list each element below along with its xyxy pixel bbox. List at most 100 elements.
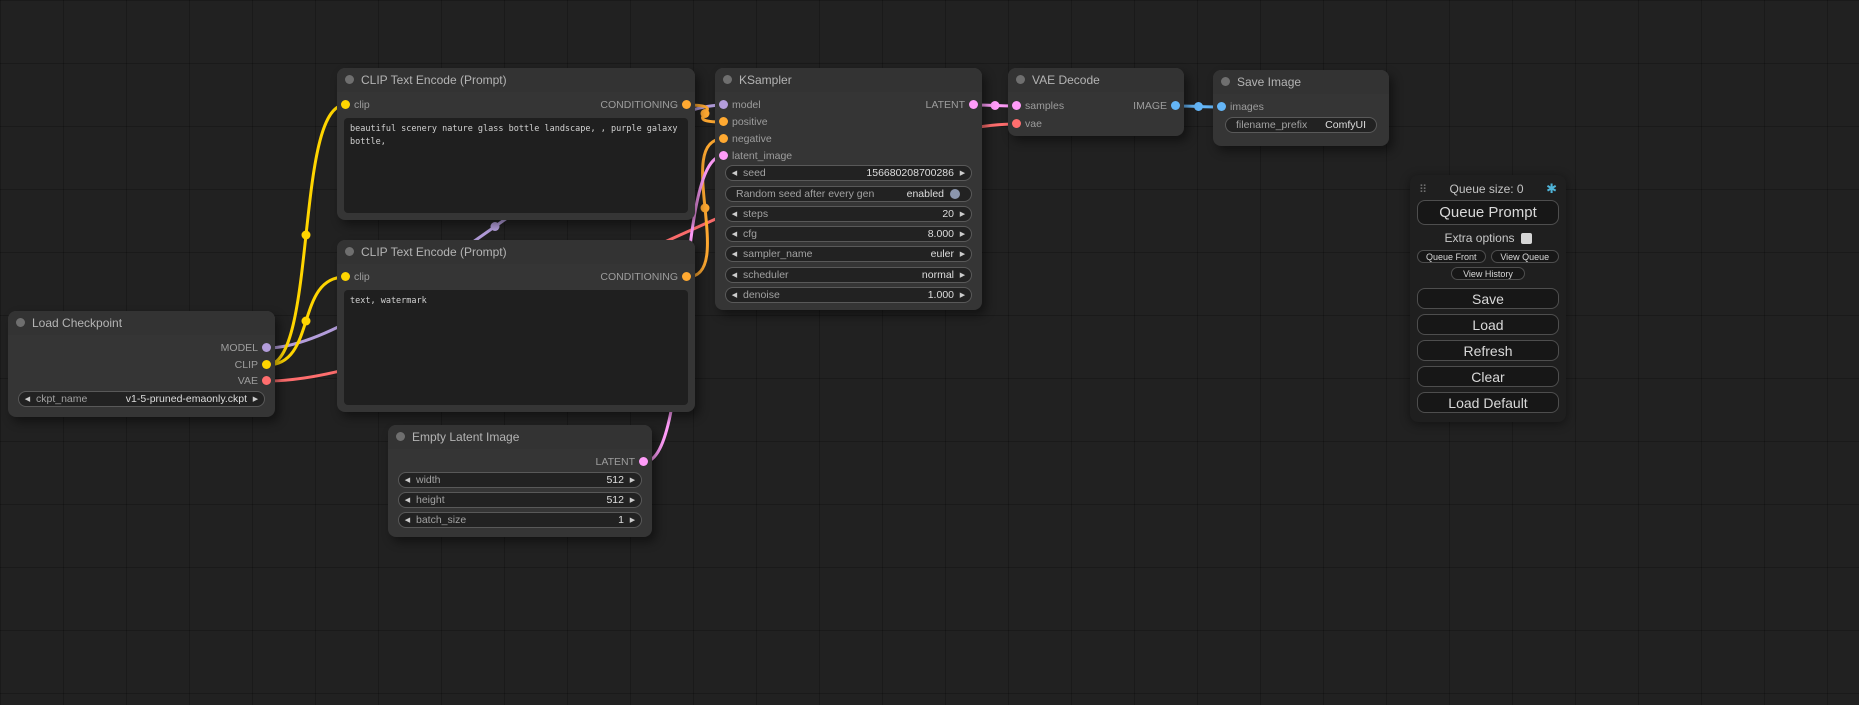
- node-editor-canvas[interactable]: Load Checkpoint MODEL CLIP VAE ◀ ckpt_na…: [0, 0, 1859, 705]
- increment-arrow-icon[interactable]: ▶: [624, 516, 641, 524]
- clip-port-dot[interactable]: [262, 360, 271, 369]
- output-port-vae[interactable]: VAE: [238, 374, 275, 387]
- widget-width[interactable]: ◀ width 512 ▶: [398, 472, 642, 488]
- decrement-arrow-icon[interactable]: ◀: [726, 230, 743, 238]
- increment-arrow-icon[interactable]: ▶: [954, 291, 971, 299]
- increment-arrow-icon[interactable]: ▶: [954, 210, 971, 218]
- input-port-samples[interactable]: samples: [1008, 99, 1064, 112]
- refresh-button[interactable]: Refresh: [1417, 340, 1559, 361]
- decrement-arrow-icon[interactable]: ◀: [399, 476, 416, 484]
- output-port-clip[interactable]: CLIP: [235, 358, 275, 371]
- node-title-bar[interactable]: VAE Decode: [1008, 68, 1184, 92]
- decrement-arrow-icon[interactable]: ◀: [726, 271, 743, 279]
- decrement-arrow-icon[interactable]: ◀: [726, 169, 743, 177]
- node-save-image[interactable]: Save Image images filename_prefix ComfyU…: [1213, 70, 1389, 146]
- image-port-dot[interactable]: [1217, 102, 1226, 111]
- menu-drag-handle-icon[interactable]: ⠿: [1419, 183, 1427, 196]
- conditioning-port-dot[interactable]: [682, 272, 691, 281]
- node-vae-decode[interactable]: VAE Decode samples vae IMAGE: [1008, 68, 1184, 136]
- clip-port-dot[interactable]: [341, 100, 350, 109]
- prompt-textarea[interactable]: beautiful scenery nature glass bottle la…: [344, 118, 688, 213]
- widget-height[interactable]: ◀ height 512 ▶: [398, 492, 642, 508]
- extra-options-checkbox[interactable]: [1521, 233, 1532, 244]
- output-port-model[interactable]: MODEL: [221, 341, 275, 354]
- load-default-button[interactable]: Load Default: [1417, 392, 1559, 413]
- decrement-arrow-icon[interactable]: ◀: [726, 291, 743, 299]
- save-button[interactable]: Save: [1417, 288, 1559, 309]
- output-port-latent[interactable]: LATENT: [926, 98, 982, 111]
- latent-port-dot[interactable]: [969, 100, 978, 109]
- node-clip-text-encode-positive[interactable]: CLIP Text Encode (Prompt) clip CONDITION…: [337, 68, 695, 220]
- toggle-on-dot[interactable]: [950, 189, 960, 199]
- widget-batch-size[interactable]: ◀ batch_size 1 ▶: [398, 512, 642, 528]
- node-empty-latent-image[interactable]: Empty Latent Image LATENT ◀ width 512 ▶ …: [388, 425, 652, 537]
- prompt-textarea[interactable]: text, watermark: [344, 290, 688, 405]
- node-ksampler[interactable]: KSampler model positive negative latent_…: [715, 68, 982, 310]
- increment-arrow-icon[interactable]: ▶: [954, 271, 971, 279]
- queue-front-button[interactable]: Queue Front: [1417, 250, 1486, 263]
- collapse-dot[interactable]: [723, 75, 732, 84]
- latent-port-dot[interactable]: [1012, 101, 1021, 110]
- increment-arrow-icon[interactable]: ▶: [954, 250, 971, 258]
- increment-arrow-icon[interactable]: ▶: [624, 496, 641, 504]
- queue-prompt-button[interactable]: Queue Prompt: [1417, 200, 1559, 225]
- collapse-dot[interactable]: [396, 432, 405, 441]
- node-title-bar[interactable]: KSampler: [715, 68, 982, 92]
- input-port-clip[interactable]: clip: [337, 270, 370, 283]
- widget-random-seed-toggle[interactable]: Random seed after every gen enabled: [725, 186, 972, 202]
- node-title-bar[interactable]: Save Image: [1213, 70, 1389, 94]
- view-history-button[interactable]: View History: [1451, 267, 1525, 280]
- latent-port-dot[interactable]: [639, 457, 648, 466]
- collapse-dot[interactable]: [1221, 77, 1230, 86]
- settings-gear-icon[interactable]: ✱: [1546, 181, 1557, 197]
- output-port-conditioning[interactable]: CONDITIONING: [600, 98, 695, 111]
- widget-filename-prefix[interactable]: filename_prefix ComfyUI: [1225, 117, 1377, 133]
- vae-port-dot[interactable]: [1012, 119, 1021, 128]
- model-port-dot[interactable]: [719, 100, 728, 109]
- collapse-dot[interactable]: [345, 247, 354, 256]
- decrement-arrow-icon[interactable]: ◀: [399, 496, 416, 504]
- vae-port-dot[interactable]: [262, 376, 271, 385]
- widget-denoise[interactable]: ◀ denoise 1.000 ▶: [725, 287, 972, 303]
- node-title-bar[interactable]: Load Checkpoint: [8, 311, 275, 335]
- widget-seed[interactable]: ◀ seed 156680208700286 ▶: [725, 165, 972, 181]
- node-clip-text-encode-negative[interactable]: CLIP Text Encode (Prompt) clip CONDITION…: [337, 240, 695, 412]
- increment-arrow-icon[interactable]: ▶: [954, 169, 971, 177]
- collapse-dot[interactable]: [1016, 75, 1025, 84]
- clip-port-dot[interactable]: [341, 272, 350, 281]
- input-port-vae[interactable]: vae: [1008, 117, 1042, 130]
- input-port-images[interactable]: images: [1213, 100, 1264, 113]
- output-port-latent[interactable]: LATENT: [596, 455, 652, 468]
- decrement-arrow-icon[interactable]: ◀: [19, 395, 36, 403]
- input-port-latent-image[interactable]: latent_image: [715, 149, 792, 162]
- node-title-bar[interactable]: CLIP Text Encode (Prompt): [337, 68, 695, 92]
- decrement-arrow-icon[interactable]: ◀: [726, 210, 743, 218]
- collapse-dot[interactable]: [16, 318, 25, 327]
- increment-arrow-icon[interactable]: ▶: [624, 476, 641, 484]
- input-port-positive[interactable]: positive: [715, 115, 768, 128]
- image-port-dot[interactable]: [1171, 101, 1180, 110]
- widget-sampler-name[interactable]: ◀ sampler_name euler ▶: [725, 246, 972, 262]
- conditioning-port-dot[interactable]: [719, 134, 728, 143]
- view-queue-button[interactable]: View Queue: [1491, 250, 1560, 263]
- decrement-arrow-icon[interactable]: ◀: [726, 250, 743, 258]
- comfy-menu-panel[interactable]: ⠿ Queue size: 0 ✱ Queue Prompt Extra opt…: [1410, 175, 1566, 422]
- output-port-image[interactable]: IMAGE: [1133, 99, 1184, 112]
- decrement-arrow-icon[interactable]: ◀: [399, 516, 416, 524]
- input-port-clip[interactable]: clip: [337, 98, 370, 111]
- widget-steps[interactable]: ◀ steps 20 ▶: [725, 206, 972, 222]
- node-title-bar[interactable]: Empty Latent Image: [388, 425, 652, 449]
- widget-ckpt-name[interactable]: ◀ ckpt_name v1-5-pruned-emaonly.ckpt ▶: [18, 391, 265, 407]
- increment-arrow-icon[interactable]: ▶: [247, 395, 264, 403]
- input-port-negative[interactable]: negative: [715, 132, 772, 145]
- widget-scheduler[interactable]: ◀ scheduler normal ▶: [725, 267, 972, 283]
- clear-button[interactable]: Clear: [1417, 366, 1559, 387]
- increment-arrow-icon[interactable]: ▶: [954, 230, 971, 238]
- widget-cfg[interactable]: ◀ cfg 8.000 ▶: [725, 226, 972, 242]
- load-button[interactable]: Load: [1417, 314, 1559, 335]
- conditioning-port-dot[interactable]: [682, 100, 691, 109]
- input-port-model[interactable]: model: [715, 98, 761, 111]
- output-port-conditioning[interactable]: CONDITIONING: [600, 270, 695, 283]
- node-load-checkpoint[interactable]: Load Checkpoint MODEL CLIP VAE ◀ ckpt_na…: [8, 311, 275, 417]
- model-port-dot[interactable]: [262, 343, 271, 352]
